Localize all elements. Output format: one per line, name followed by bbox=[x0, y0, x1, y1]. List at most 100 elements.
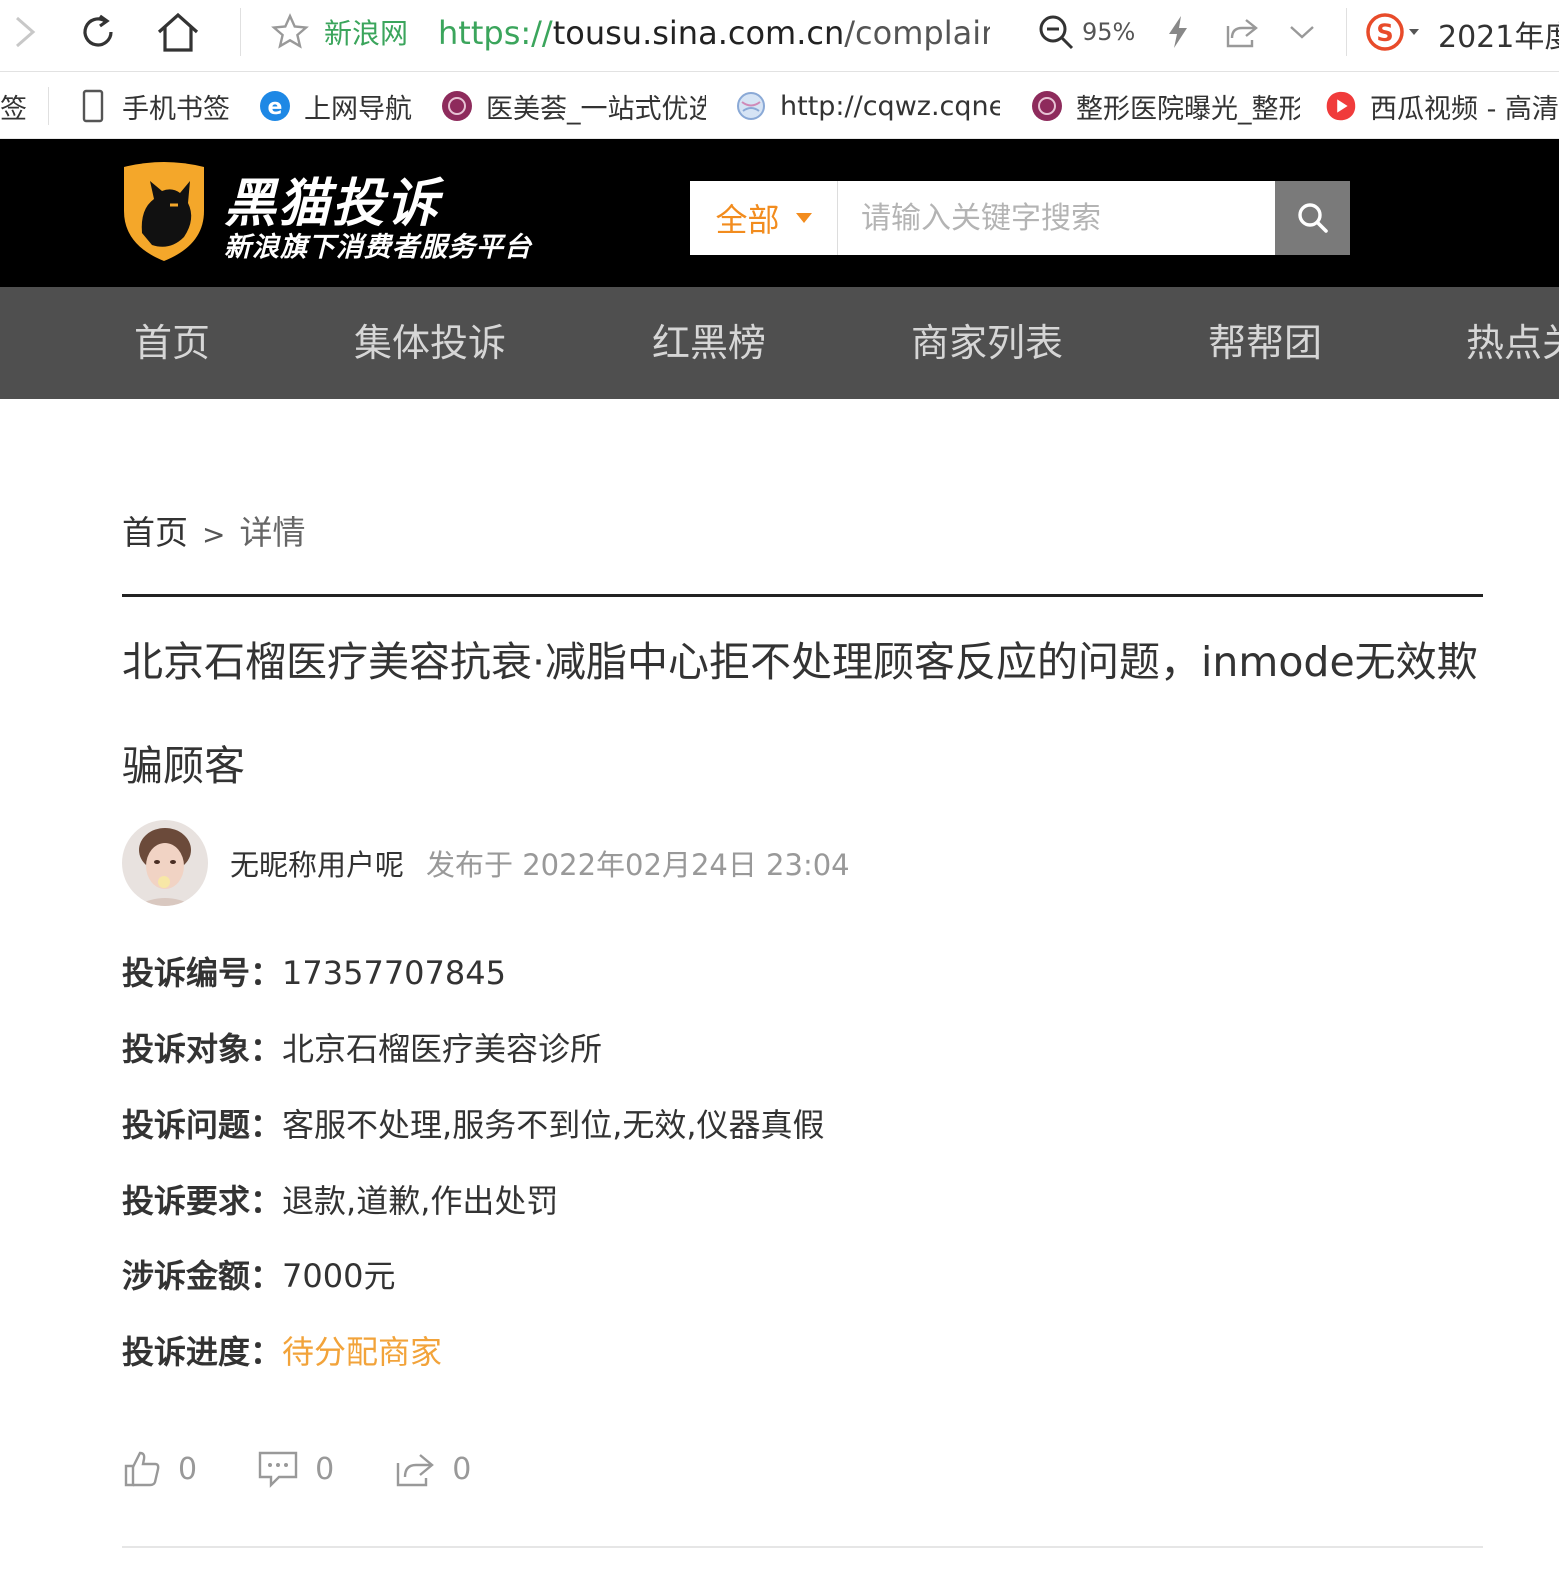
sogou-logo-icon: S bbox=[1366, 13, 1419, 51]
star-icon bbox=[271, 13, 309, 49]
phone-icon bbox=[76, 89, 110, 123]
nav-item-hot[interactable]: 热点关注 bbox=[1466, 287, 1559, 399]
address-bar[interactable]: https://tousu.sina.com.cn/complaint/ bbox=[438, 12, 990, 54]
search-box: 全部 bbox=[690, 181, 1350, 255]
speed-button[interactable] bbox=[1154, 8, 1202, 56]
complaint-issue-row: 投诉问题：客服不处理,服务不到位,无效,仪器真假 bbox=[122, 1100, 825, 1146]
bookmark-cqwz[interactable]: http://cqwz.cqnews bbox=[734, 73, 1000, 138]
search-category-label: 全部 bbox=[715, 201, 780, 239]
search-button[interactable] bbox=[1275, 181, 1350, 255]
bookmark-hospital[interactable]: 整形医院曝光_整形 bbox=[1030, 73, 1300, 138]
bookmark-label: 手机书签 bbox=[122, 93, 230, 125]
search-input[interactable] bbox=[839, 181, 1275, 255]
bookmark-label: http://cqwz.cqnews bbox=[780, 90, 1000, 122]
chevron-right-icon bbox=[16, 16, 36, 48]
field-label: 投诉编号： bbox=[122, 954, 283, 992]
share-action-button[interactable]: 0 bbox=[394, 1449, 471, 1489]
bookmark-partial[interactable]: 签 bbox=[0, 73, 40, 138]
share-button[interactable] bbox=[1218, 8, 1266, 56]
field-value: 17357707845 bbox=[282, 954, 506, 992]
url-protocol: https:// bbox=[438, 14, 553, 52]
bookmark-xigua[interactable]: 西瓜视频 - 高清 bbox=[1324, 73, 1559, 138]
share-icon bbox=[1226, 19, 1258, 48]
field-label: 投诉要求： bbox=[122, 1182, 283, 1220]
field-label: 投诉进度： bbox=[122, 1333, 283, 1371]
progress-status: 待分配商家 bbox=[282, 1333, 443, 1371]
field-label: 涉诉金额： bbox=[122, 1257, 283, 1295]
bookmark-label: 医美荟_一站式优选 bbox=[486, 93, 706, 125]
chevron-down-icon bbox=[1290, 26, 1314, 39]
nav-item-home[interactable]: 首页 bbox=[134, 287, 210, 399]
logo-subtitle: 新浪旗下消费者服务平台 bbox=[224, 232, 532, 263]
bookmarks-bar: 签 手机书签 e 上网导航 医美荟_一站式优选 http://cqwz.cqne… bbox=[0, 73, 1559, 139]
site-header: 黑猫投诉 新浪旗下消费者服务平台 全部 bbox=[0, 139, 1559, 287]
bookmark-nav[interactable]: e 上网导航 bbox=[258, 73, 426, 138]
user-avatar-icon bbox=[122, 820, 208, 906]
complaint-demand-row: 投诉要求：退款,道歉,作出处罚 bbox=[122, 1176, 558, 1222]
caret-down-icon bbox=[795, 213, 812, 223]
svg-text:e: e bbox=[268, 95, 283, 120]
black-cat-logo-icon[interactable] bbox=[120, 159, 208, 263]
field-value[interactable]: 北京石榴医疗美容诊所 bbox=[282, 1030, 602, 1068]
author-name[interactable]: 无昵称用户呢 bbox=[230, 842, 404, 884]
action-bar: 0 0 0 bbox=[122, 1444, 531, 1494]
field-value: 客服不处理,服务不到位,无效,仪器真假 bbox=[282, 1106, 825, 1144]
dropdown-button[interactable] bbox=[1278, 8, 1326, 56]
bookmark-label: 上网导航 bbox=[304, 93, 412, 125]
field-value: 7000元 bbox=[282, 1257, 396, 1295]
like-button[interactable]: 0 bbox=[122, 1449, 197, 1489]
thumbs-up-icon bbox=[124, 1451, 160, 1487]
zoom-level: 95% bbox=[1082, 18, 1136, 46]
comment-icon bbox=[258, 1451, 298, 1488]
svg-text:S: S bbox=[1376, 19, 1393, 47]
url-path: /complaint/ bbox=[844, 14, 990, 52]
forward-button[interactable] bbox=[0, 8, 48, 56]
bookmark-star-button[interactable] bbox=[266, 8, 314, 56]
nav-item-group-complaint[interactable]: 集体投诉 bbox=[354, 287, 506, 399]
search-category-select[interactable]: 全部 bbox=[690, 181, 838, 255]
nav-item-help-group[interactable]: 帮帮团 bbox=[1208, 287, 1322, 399]
bookmark-label: 西瓜视频 - 高清 bbox=[1370, 93, 1559, 125]
url-host: tousu.sina.com.cn bbox=[552, 14, 845, 52]
share-icon bbox=[396, 1454, 435, 1487]
globe-icon bbox=[734, 89, 768, 123]
browser-toolbar: 新浪网 https://tousu.sina.com.cn/complaint/… bbox=[0, 0, 1559, 72]
reload-button[interactable] bbox=[74, 8, 122, 56]
sogou-search-button[interactable]: S bbox=[1360, 8, 1430, 56]
complaint-target-row: 投诉对象：北京石榴医疗美容诊所 bbox=[122, 1024, 602, 1070]
nav-item-merchants[interactable]: 商家列表 bbox=[911, 287, 1063, 399]
comment-button[interactable]: 0 bbox=[257, 1449, 334, 1489]
breadcrumb-home[interactable]: 首页 bbox=[122, 513, 188, 552]
url-site-label: 新浪网 bbox=[324, 17, 409, 50]
bookmark-yimeihui[interactable]: 医美荟_一站式优选 bbox=[440, 73, 706, 138]
bookmark-label: 整形医院曝光_整形 bbox=[1076, 93, 1300, 125]
complaint-amount-row: 涉诉金额：7000元 bbox=[122, 1251, 395, 1297]
publish-time: 发布于 2022年02月24日 23:04 bbox=[426, 848, 850, 882]
avatar[interactable] bbox=[122, 820, 208, 906]
ie-icon: e bbox=[258, 89, 292, 123]
breadcrumb-current: 详情 bbox=[239, 513, 306, 552]
bookmark-mobile[interactable]: 手机书签 bbox=[76, 73, 246, 138]
complaint-progress-row: 投诉进度：待分配商家 bbox=[122, 1327, 442, 1373]
reload-icon bbox=[83, 14, 113, 47]
bookmark-divider bbox=[48, 87, 49, 125]
zoom-out-icon bbox=[1039, 15, 1074, 50]
xigua-play-icon bbox=[1324, 89, 1358, 123]
yimeihui-logo-icon bbox=[1030, 89, 1064, 123]
search-icon bbox=[1297, 203, 1328, 233]
comment-count: 0 bbox=[315, 1451, 335, 1487]
breadcrumb: 首页 > 详情 bbox=[122, 506, 305, 554]
nav-item-ranking[interactable]: 红黑榜 bbox=[652, 287, 766, 399]
home-icon bbox=[157, 12, 199, 52]
share-count: 0 bbox=[452, 1451, 472, 1487]
field-label: 投诉问题： bbox=[122, 1106, 283, 1144]
complaint-id-row: 投诉编号：17357707845 bbox=[122, 948, 506, 994]
like-count: 0 bbox=[178, 1451, 198, 1487]
home-button[interactable] bbox=[154, 8, 202, 56]
main-nav: 首页 集体投诉 红黑榜 商家列表 帮帮团 热点关注 bbox=[0, 287, 1559, 399]
bottom-divider bbox=[122, 1546, 1483, 1548]
zoom-button[interactable] bbox=[1032, 8, 1080, 56]
field-value: 退款,道歉,作出处罚 bbox=[282, 1182, 559, 1220]
field-label: 投诉对象： bbox=[122, 1030, 283, 1068]
promo-text[interactable]: 2021年度 bbox=[1438, 12, 1559, 56]
